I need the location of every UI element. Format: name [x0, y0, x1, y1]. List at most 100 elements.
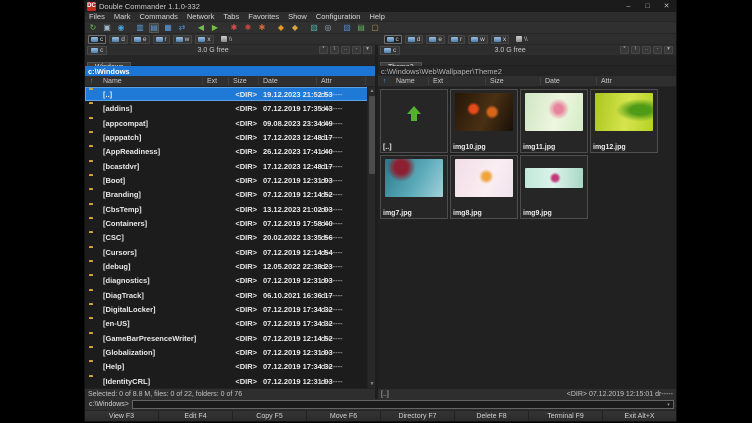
test-archive-icon[interactable]: ✱ — [257, 23, 267, 33]
table-row[interactable]: [Containers] <DIR> 07.12.2019 17:58:40 d… — [85, 216, 375, 230]
refresh-icon[interactable]: ↻ — [88, 23, 98, 33]
multi-rename-icon[interactable]: ▨ — [342, 23, 352, 33]
table-row[interactable]: [bcastdvr] <DIR> 17.12.2023 12:48:17 d--… — [85, 159, 375, 173]
drive-button[interactable]: r — [448, 35, 465, 44]
copy-left-icon[interactable]: ◀ — [196, 23, 206, 33]
network-drive-button[interactable]: \\ — [219, 35, 235, 44]
thumbnail-item[interactable]: img10.jpg — [450, 89, 518, 153]
internal-viewer-icon[interactable]: ▤ — [356, 23, 366, 33]
close-button[interactable]: ✕ — [657, 0, 676, 12]
table-row[interactable]: [AppReadiness] <DIR> 26.12.2023 17:41:40… — [85, 144, 375, 158]
menu-item[interactable]: Mark — [114, 12, 131, 21]
thumbnails-view-icon[interactable]: ▦ — [163, 23, 173, 33]
drive-button[interactable]: r — [153, 35, 170, 44]
table-row[interactable]: [diagnostics] <DIR> 07.12.2019 12:31:03 … — [85, 273, 375, 287]
column-header-ext[interactable]: Ext — [433, 78, 443, 85]
equal-panels-button[interactable]: - — [352, 46, 361, 54]
table-row[interactable]: [..] <DIR> 19.12.2023 21:52:53 d------- — [85, 87, 375, 101]
favorites-button[interactable]: * — [319, 46, 328, 54]
title-bar[interactable]: DC Double Commander 1.1.0-332 – □ ✕ — [85, 0, 676, 12]
table-row[interactable]: [CbsTemp] <DIR> 13.12.2023 21:02:03 d---… — [85, 202, 375, 216]
thumbnail-item[interactable]: img7.jpg — [380, 155, 448, 219]
table-row[interactable]: [DiagTrack] <DIR> 06.10.2021 16:36:17 d-… — [85, 288, 375, 302]
parent-dir-button[interactable]: .. — [642, 46, 651, 54]
table-row[interactable]: [appcompat] <DIR> 09.08.2023 23:34:49 d-… — [85, 116, 375, 130]
column-header-ext[interactable]: Ext — [207, 78, 217, 85]
pack-files-icon[interactable]: ✱ — [229, 23, 239, 33]
history-button[interactable]: ▾ — [363, 46, 372, 54]
command-input[interactable]: ▾ — [132, 400, 674, 409]
table-row[interactable]: [addins] <DIR> 07.12.2019 17:35:43 d----… — [85, 101, 375, 115]
extract-files-icon[interactable]: ✱ — [243, 23, 253, 33]
root-dir-button[interactable]: \ — [330, 46, 339, 54]
scroll-up-icon[interactable]: ▲ — [368, 87, 376, 95]
table-row[interactable]: [IdentityCRL] <DIR> 07.12.2019 12:31:03 … — [85, 374, 375, 388]
network-drive-button[interactable]: \\ — [514, 35, 530, 44]
thumbnail-item[interactable]: [..] — [380, 89, 448, 153]
copy-crc-icon[interactable]: ▧ — [309, 23, 319, 33]
menu-item[interactable]: Files — [89, 12, 105, 21]
brief-view-icon[interactable]: ▥ — [135, 23, 145, 33]
thumbnail-item[interactable]: img12.jpg — [590, 89, 658, 153]
copy-right-icon[interactable]: ▶ — [210, 23, 220, 33]
scroll-down-icon[interactable]: ▼ — [368, 380, 376, 388]
menu-item[interactable]: Configuration — [316, 12, 361, 21]
drive-button[interactable]: x — [491, 35, 509, 44]
table-row[interactable]: [GameBarPresenceWriter] <DIR> 07.12.2019… — [85, 331, 375, 345]
table-row[interactable]: [CSC] <DIR> 20.02.2022 13:35:56 d------- — [85, 230, 375, 244]
open-folder-icon[interactable]: ▢ — [370, 23, 380, 33]
move-f6-button[interactable]: Move F6 — [306, 411, 380, 421]
thumbnail-item[interactable]: img11.jpg — [520, 89, 588, 153]
drive-button[interactable]: x — [195, 35, 213, 44]
scrollbar-thumb[interactable] — [369, 96, 375, 174]
menu-item[interactable]: Network — [187, 12, 215, 21]
sync-dirs-icon[interactable]: ◆ — [290, 23, 300, 33]
table-row[interactable]: [apppatch] <DIR> 17.12.2023 12:48:17 d--… — [85, 130, 375, 144]
table-row[interactable]: [Cursors] <DIR> 07.12.2019 12:14:54 d---… — [85, 245, 375, 259]
dropdown-icon[interactable]: ▾ — [664, 401, 673, 408]
terminal-icon[interactable]: ▣ — [102, 23, 112, 33]
swap-panels-icon[interactable]: ⇄ — [177, 23, 187, 33]
directory-f7-button[interactable]: Directory F7 — [380, 411, 454, 421]
table-row[interactable]: [debug] <DIR> 12.05.2022 22:38:23 d-----… — [85, 259, 375, 273]
table-row[interactable]: [Branding] <DIR> 07.12.2019 12:14:52 d--… — [85, 187, 375, 201]
column-header-attr[interactable]: Attr — [321, 78, 332, 85]
compare-dirs-icon[interactable]: ◆ — [276, 23, 286, 33]
right-path-bar[interactable]: c:\Windows\Web\Wallpaper\Theme2 — [378, 66, 676, 76]
search-files-icon[interactable]: ◎ — [323, 23, 333, 33]
options-icon[interactable]: ◉ — [116, 23, 126, 33]
table-row[interactable]: [Globalization] <DIR> 07.12.2019 12:31:0… — [85, 345, 375, 359]
drive-combo[interactable]: c — [87, 46, 107, 55]
full-view-icon[interactable]: ▤ — [149, 23, 159, 33]
menu-item[interactable]: Favorites — [248, 12, 279, 21]
menu-item[interactable]: Commands — [140, 12, 178, 21]
menu-item[interactable]: Show — [288, 12, 307, 21]
drive-button[interactable]: e — [426, 35, 445, 44]
favorites-button[interactable]: * — [620, 46, 629, 54]
drive-combo[interactable]: c — [380, 46, 400, 55]
column-header-name[interactable]: Name — [103, 78, 122, 85]
table-row[interactable]: [DigitalLocker] <DIR> 07.12.2019 17:34:3… — [85, 302, 375, 316]
menu-item[interactable]: Tabs — [223, 12, 239, 21]
column-header-attr[interactable]: Attr — [601, 78, 612, 85]
drive-button[interactable]: w — [173, 35, 193, 44]
table-row[interactable]: [Help] <DIR> 07.12.2019 17:34:32 d------… — [85, 359, 375, 373]
exit-altx-button[interactable]: Exit Alt+X — [602, 411, 676, 421]
left-path-bar[interactable]: c:\Windows — [85, 66, 375, 76]
terminal-f9-button[interactable]: Terminal F9 — [528, 411, 602, 421]
root-dir-button[interactable]: \ — [631, 46, 640, 54]
drive-button[interactable]: e — [131, 35, 150, 44]
drive-button[interactable]: d — [405, 35, 424, 44]
maximize-button[interactable]: □ — [638, 0, 657, 12]
drive-button[interactable]: c — [384, 35, 402, 44]
history-button[interactable]: ▾ — [664, 46, 673, 54]
drive-button[interactable]: c — [88, 35, 106, 44]
thumbnail-item[interactable]: img9.jpg — [520, 155, 588, 219]
drive-button[interactable]: w — [468, 35, 488, 44]
equal-panels-button[interactable]: - — [653, 46, 662, 54]
vertical-scrollbar[interactable]: ▲ ▼ — [367, 87, 375, 388]
column-header-name[interactable]: Name — [396, 78, 415, 85]
table-row[interactable]: [en-US] <DIR> 07.12.2019 17:34:32 d-----… — [85, 316, 375, 330]
view-f3-button[interactable]: View F3 — [85, 411, 158, 421]
drive-button[interactable]: d — [109, 35, 128, 44]
